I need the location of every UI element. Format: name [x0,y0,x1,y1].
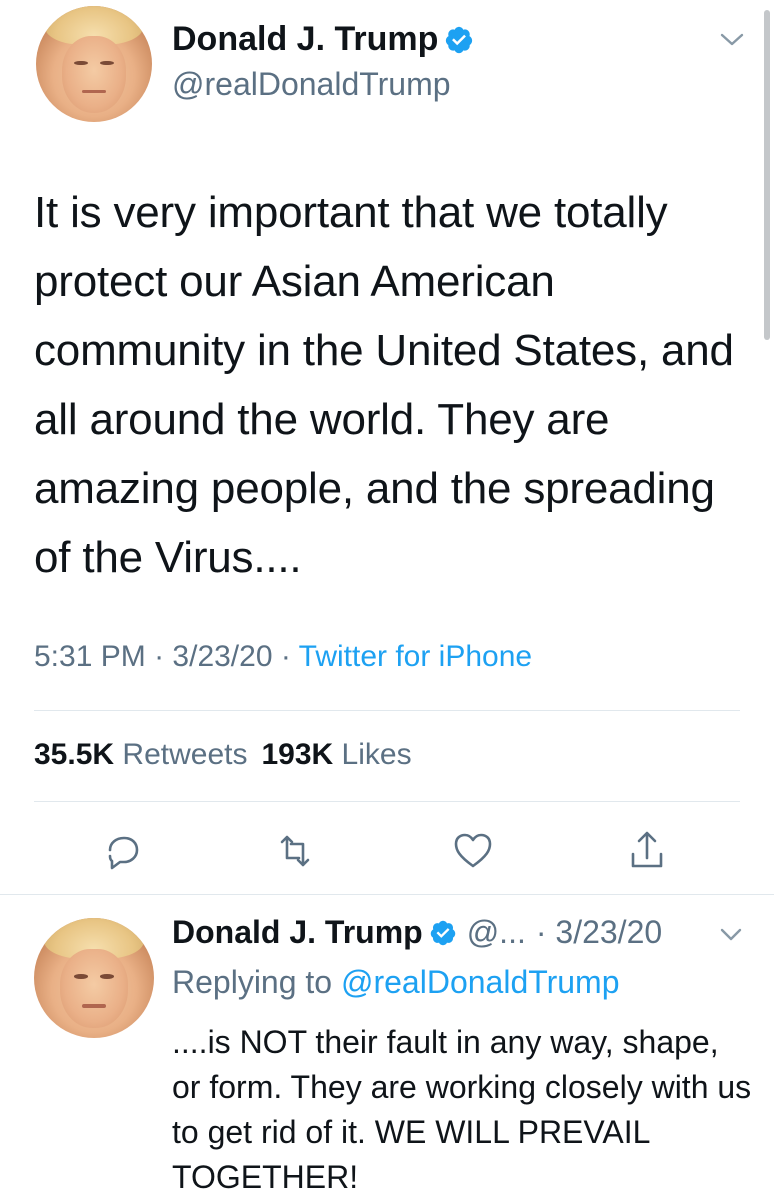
verified-badge-icon [430,920,455,945]
avatar[interactable] [36,6,152,122]
tweet-actions [0,826,774,876]
tweet-date[interactable]: 3/23/20 [172,640,272,673]
author-handle[interactable]: @realDonaldTrump [172,66,451,103]
author-name[interactable]: Donald J. Trump [172,20,438,59]
chevron-down-icon[interactable] [718,30,746,50]
divider [0,894,774,895]
likes-stat[interactable]: 193K Likes [261,738,411,771]
likes-label: Likes [341,738,412,771]
divider [34,710,740,711]
retweet-icon[interactable] [270,826,320,876]
share-icon[interactable] [622,826,672,876]
tweet-source[interactable]: Twitter for iPhone [299,640,532,673]
tweet-meta: 5:31 PM · 3/23/20 · Twitter for iPhone [34,640,532,674]
divider [34,801,740,802]
engagement-stats: 35.5K Retweets 193K Likes [34,738,412,772]
avatar[interactable] [34,918,154,1038]
tweet-text: It is very important that we totally pro… [34,188,734,582]
meta-separator: · [154,640,165,673]
scrollbar[interactable] [764,10,770,340]
retweets-stat[interactable]: 35.5K Retweets [34,738,247,771]
reply-date[interactable]: · 3/23/20 [536,914,662,951]
verified-badge-icon [446,26,473,53]
tweet-thread-view: Donald J. Trump @realDonaldTrump It is v… [0,0,774,1200]
reply-author-name[interactable]: Donald J. Trump [172,914,423,951]
replying-to: Replying to @realDonaldTrump [172,964,620,1001]
chevron-down-icon[interactable] [718,926,744,944]
reply-icon[interactable] [98,826,148,876]
heart-icon[interactable] [448,826,498,876]
reply-author-row: Donald J. Trump @... · 3/23/20 [172,914,662,951]
replying-to-prefix: Replying to [172,964,333,1000]
retweets-label: Retweets [122,738,248,771]
tweet-time[interactable]: 5:31 PM [34,640,146,673]
replying-to-mention[interactable]: @realDonaldTrump [341,964,620,1000]
reply-handle[interactable]: @... [467,914,526,951]
author-row: Donald J. Trump [172,20,474,59]
meta-separator: · [280,640,291,673]
likes-count: 193K [261,738,334,771]
reply-tweet-text: ....is NOT their fault in any way, shape… [172,1024,752,1195]
retweets-count: 35.5K [34,738,115,771]
